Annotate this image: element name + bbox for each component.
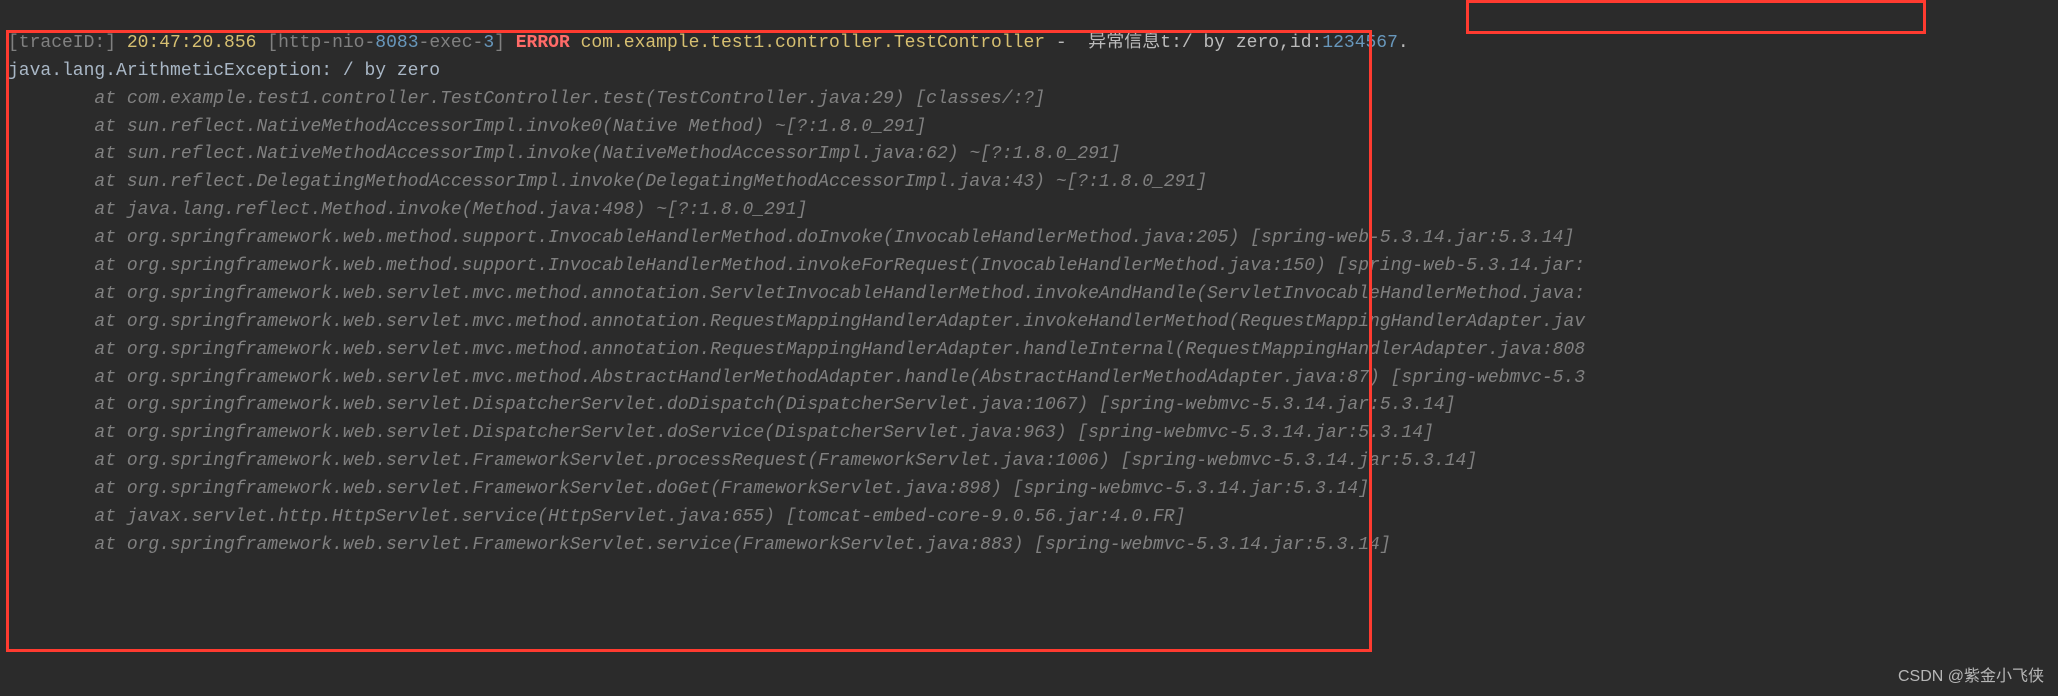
stack-frame: at org.springframework.web.method.suppor…	[8, 225, 2050, 253]
exec-number: 3	[483, 33, 494, 53]
thread-mid: -exec-	[419, 33, 484, 53]
error-id: 1234567	[1322, 33, 1398, 53]
stack-frame: at org.springframework.web.servlet.Frame…	[8, 532, 2050, 560]
log-time: 20:47:20.856	[116, 33, 267, 53]
thread-close: ]	[494, 33, 516, 53]
exception-line: java.lang.ArithmeticException: / by zero	[8, 58, 2050, 86]
stack-frame: at org.springframework.web.method.suppor…	[8, 253, 2050, 281]
stack-frame: at org.springframework.web.servlet.mvc.m…	[8, 281, 2050, 309]
stack-frame: at org.springframework.web.servlet.Dispa…	[8, 392, 2050, 420]
stack-frame: at org.springframework.web.servlet.Dispa…	[8, 420, 2050, 448]
stack-frame: at org.springframework.web.servlet.Frame…	[8, 448, 2050, 476]
stack-frame: at sun.reflect.DelegatingMethodAccessorI…	[8, 169, 2050, 197]
error-message-suffix: .	[1398, 33, 1409, 53]
stack-frame: at org.springframework.web.servlet.Frame…	[8, 476, 2050, 504]
stack-trace: at com.example.test1.controller.TestCont…	[8, 86, 2050, 560]
watermark: CSDN @紫金小飞侠	[1898, 665, 2044, 690]
stack-frame: at org.springframework.web.servlet.mvc.m…	[8, 365, 2050, 393]
thread-open: [http-nio-	[267, 33, 375, 53]
log-level: ERROR	[516, 33, 570, 53]
stack-frame: at com.example.test1.controller.TestCont…	[8, 86, 2050, 114]
stack-frame: at javax.servlet.http.HttpServlet.servic…	[8, 504, 2050, 532]
stack-frame: at sun.reflect.NativeMethodAccessorImpl.…	[8, 141, 2050, 169]
separator-dash: -	[1056, 33, 1088, 53]
trace-id-label: [traceID:]	[8, 33, 116, 53]
port-number: 8083	[375, 33, 418, 53]
stack-frame: at org.springframework.web.servlet.mvc.m…	[8, 337, 2050, 365]
stack-frame: at org.springframework.web.servlet.mvc.m…	[8, 309, 2050, 337]
stack-frame: at java.lang.reflect.Method.invoke(Metho…	[8, 197, 2050, 225]
stack-frame: at sun.reflect.NativeMethodAccessorImpl.…	[8, 114, 2050, 142]
logger-name: com.example.test1.controller.TestControl…	[570, 33, 1056, 53]
log-header-line: [traceID:] 20:47:20.856 [http-nio-8083-e…	[8, 2, 2050, 58]
error-message-prefix: 异常信息t:/ by zero,id:	[1088, 33, 1322, 53]
